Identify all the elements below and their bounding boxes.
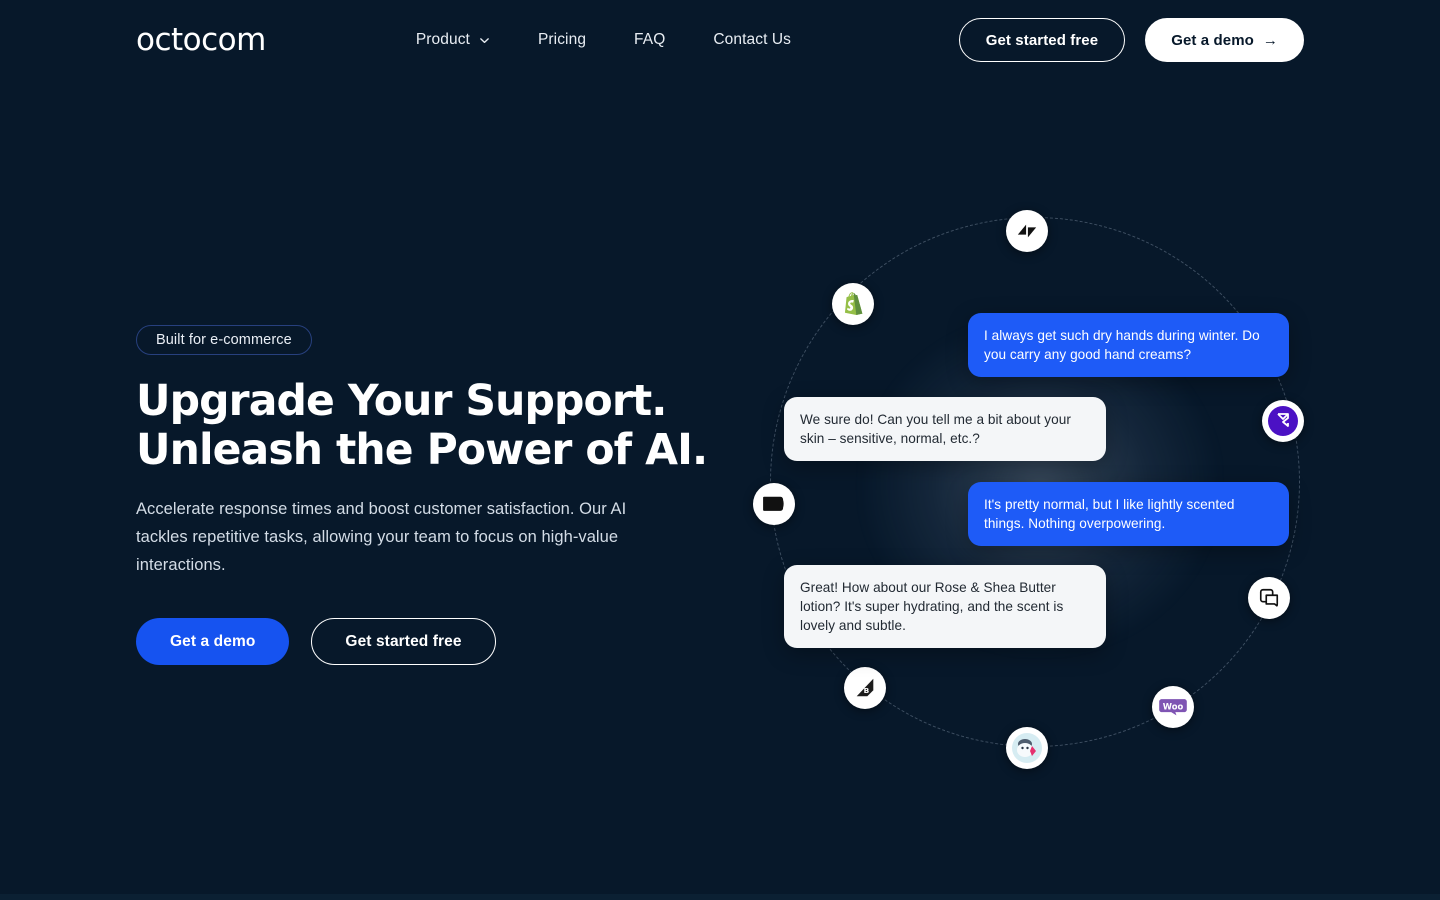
header-get-started-free-button[interactable]: Get started free <box>958 18 1126 62</box>
nav-item-label: Contact Us <box>713 31 792 48</box>
site-header: octocom Product Pricing FAQ Contact Us G… <box>0 0 1440 80</box>
chat-message-bot: We sure do! Can you tell me a bit about … <box>784 397 1106 461</box>
hero-content: Built for e-commerce Upgrade Your Suppor… <box>136 325 736 665</box>
nav-item-label: Product <box>415 31 470 48</box>
hero-cta-group: Get a demo Get started free <box>136 618 736 665</box>
hero-badge: Built for e-commerce <box>136 325 312 355</box>
hero-title-line-1: Upgrade Your Support. <box>136 377 667 426</box>
hero-get-a-demo-button[interactable]: Get a demo <box>136 618 290 665</box>
page-title: Upgrade Your Support. Unleash the Power … <box>136 377 736 475</box>
arrow-right-icon: → <box>1262 31 1278 49</box>
header-get-a-demo-button[interactable]: Get a demo → <box>1145 18 1304 62</box>
integrations-orbit: Woo B I always get such dry hands during… <box>753 195 1310 775</box>
nav-item-product[interactable]: Product <box>416 31 490 49</box>
button-label: Get started free <box>345 632 462 650</box>
main-nav: Product Pricing FAQ Contact Us <box>416 31 791 49</box>
landing-page: octocom Product Pricing FAQ Contact Us G… <box>0 0 1440 900</box>
nav-item-label: Pricing <box>537 31 587 48</box>
hero-title-line-2: Unleash the Power of AI. <box>136 426 708 475</box>
button-label: Get a demo <box>1171 31 1254 49</box>
logo[interactable]: octocom <box>136 24 266 56</box>
button-label: Get started free <box>985 31 1099 49</box>
hero-get-started-free-button[interactable]: Get started free <box>311 618 496 665</box>
nav-item-label: FAQ <box>634 31 666 48</box>
chat-conversation: I always get such dry hands during winte… <box>770 195 1310 775</box>
hero-subtitle: Accelerate response times and boost cust… <box>136 500 627 574</box>
nav-item-pricing[interactable]: Pricing <box>538 31 586 49</box>
header-actions: Get started free Get a demo → <box>958 18 1304 62</box>
nav-item-faq[interactable]: FAQ <box>634 31 665 49</box>
chat-message-bot: Great! How about our Rose & Shea Butter … <box>784 565 1106 648</box>
chat-message-user: It's pretty normal, but I like lightly s… <box>968 482 1289 546</box>
button-label: Get a demo <box>170 632 256 650</box>
hero-badge-label: Built for e-commerce <box>156 332 292 348</box>
chat-message-user: I always get such dry hands during winte… <box>968 313 1289 377</box>
nav-item-contact-us[interactable]: Contact Us <box>713 31 791 49</box>
chevron-down-icon <box>479 35 490 46</box>
